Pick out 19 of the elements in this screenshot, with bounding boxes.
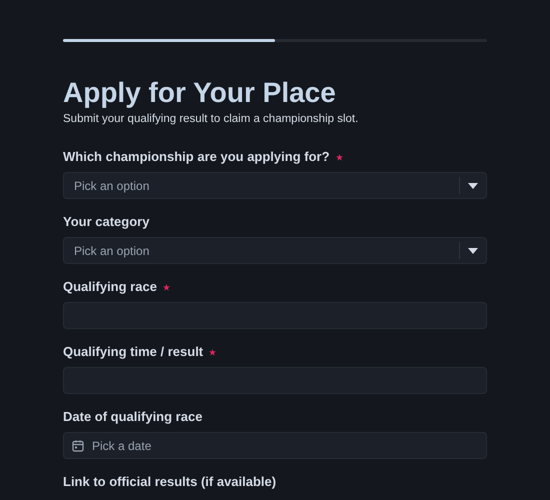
- input-field[interactable]: [63, 367, 487, 394]
- field-label: Date of qualifying race: [63, 409, 202, 426]
- required-star-icon: [162, 284, 170, 291]
- select-field[interactable]: Pick an option: [63, 172, 487, 200]
- field-label: Qualifying time / result: [63, 344, 204, 360]
- date-field[interactable]: Pick a date: [63, 432, 487, 460]
- required-star-icon: [209, 348, 216, 356]
- input-field[interactable]: [63, 302, 487, 330]
- field-label: Which championship are you applying for?: [63, 149, 330, 166]
- field-label: Your category: [63, 214, 150, 230]
- field-label: Qualifying race: [63, 279, 157, 296]
- calendar-icon: [72, 440, 84, 452]
- required-star-icon: [336, 154, 343, 161]
- dropdown-caret-icon: [468, 248, 478, 254]
- select-field[interactable]: Pick an option: [63, 237, 487, 264]
- field-label: Link to official results (if available): [63, 474, 276, 490]
- dropdown-caret-icon: [468, 182, 478, 189]
- page-subtitle: Submit your qualifying result to claim a championship slot.: [63, 112, 360, 127]
- page-title: Apply for Your Place: [63, 76, 337, 110]
